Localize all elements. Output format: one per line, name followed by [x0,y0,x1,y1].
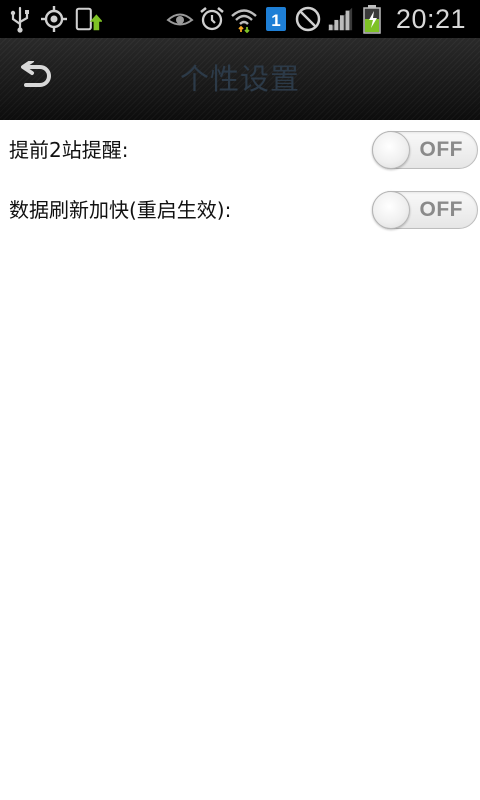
toggle-state-text: OFF [419,198,463,221]
battery-charging-icon [358,5,386,34]
alarm-icon [198,5,226,33]
title-bar: 个性设置 [0,38,480,120]
setting-label-fast-refresh: 数据刷新加快(重启生效): [9,198,232,222]
signal-icon [326,5,354,33]
gps-icon [40,5,68,33]
setting-row-fast-refresh: 数据刷新加快(重启生效): OFF [0,180,480,240]
usb-icon [6,5,34,33]
toggle-knob [372,131,410,169]
toggle-state-text: OFF [419,138,463,161]
status-left-icons [0,0,102,38]
station-reminder-toggle[interactable]: OFF [372,131,478,169]
sim-icon: 1 [262,5,290,33]
wifi-icon [230,5,258,33]
settings-list: 提前2站提醒: OFF 数据刷新加快(重启生效): OFF [0,120,480,240]
setting-label-station-reminder: 提前2站提醒: [9,138,129,162]
phone-update-icon [74,5,102,33]
status-right-icons: 1 20:21 [166,0,480,38]
sim-badge-text: 1 [271,11,280,30]
back-arrow-icon [18,59,54,97]
fast-refresh-toggle[interactable]: OFF [372,191,478,229]
eye-icon [166,5,194,33]
setting-row-station-reminder: 提前2站提醒: OFF [0,120,480,180]
back-button[interactable] [12,56,60,102]
page-title: 个性设置 [179,62,300,96]
blocked-icon [294,5,322,33]
status-bar: 1 20:21 [0,0,480,38]
toggle-knob [372,191,410,229]
status-clock: 20:21 [395,3,466,34]
